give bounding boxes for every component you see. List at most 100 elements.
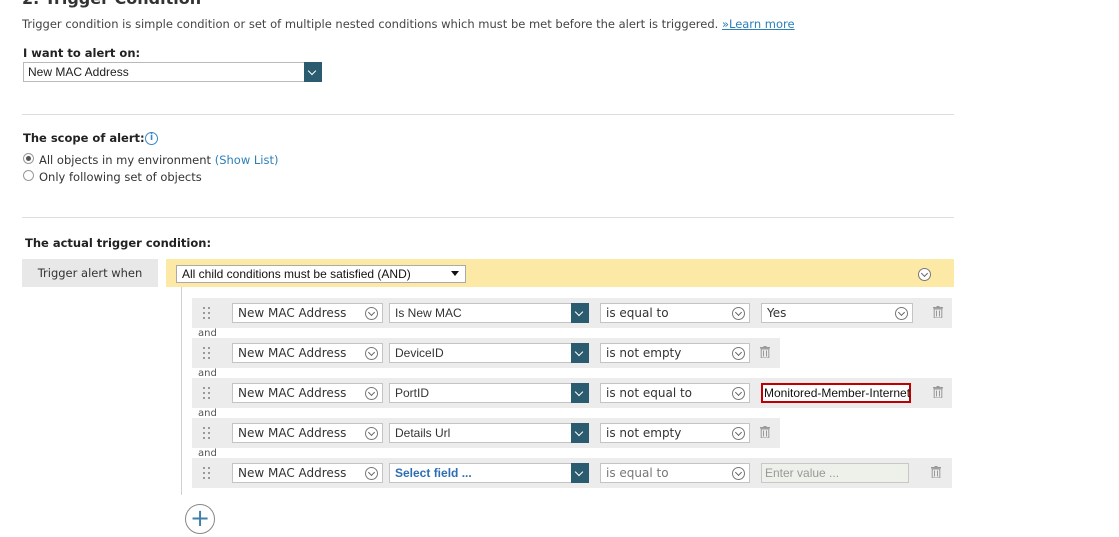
logic-select[interactable]: All child conditions must be satisfied (… <box>176 265 466 283</box>
condition-row: New MAC Address PortID is not equal to M… <box>192 378 952 408</box>
object-select[interactable]: New MAC Address <box>232 383 383 403</box>
alert-on-select[interactable]: New MAC Address <box>23 62 322 82</box>
description-text: Trigger condition is simple condition or… <box>22 17 722 31</box>
drag-handle-icon[interactable] <box>203 467 211 479</box>
operator-select[interactable]: is equal to <box>600 303 750 323</box>
scope-option-all[interactable]: All objects in my environment (Show List… <box>39 153 278 167</box>
field-value: Details Url <box>395 426 451 440</box>
scope-radio-all[interactable] <box>23 153 34 164</box>
section-title: 2. Trigger Condition <box>22 0 201 8</box>
alert-on-value: New MAC Address <box>28 65 129 79</box>
object-value: New MAC Address <box>238 346 347 360</box>
chevron-down-icon <box>732 307 745 320</box>
trash-icon[interactable] <box>933 386 943 398</box>
field-select[interactable]: DeviceID <box>389 343 589 363</box>
drag-handle-icon[interactable] <box>203 387 211 399</box>
value-value: Yes <box>767 306 787 320</box>
value-input[interactable]: Enter value ... <box>761 463 909 483</box>
trash-icon[interactable] <box>760 426 770 438</box>
chevron-down-icon <box>365 347 378 360</box>
dropdown-button[interactable] <box>571 303 589 323</box>
operator-select[interactable]: is not equal to <box>600 383 750 403</box>
learn-more-link[interactable]: »Learn more <box>722 17 795 31</box>
operator-select[interactable]: is not empty <box>600 423 750 443</box>
condition-row: New MAC Address DeviceID is not empty <box>192 338 780 368</box>
object-select[interactable]: New MAC Address <box>232 303 383 323</box>
operator-value: is not empty <box>606 346 682 360</box>
dropdown-button[interactable] <box>571 423 589 443</box>
alert-on-label: I want to alert on: <box>23 46 141 60</box>
operator-value: is equal to <box>606 466 669 480</box>
chevron-down-icon <box>365 307 378 320</box>
dropdown-button[interactable] <box>571 383 589 403</box>
divider <box>22 217 954 218</box>
show-list-link[interactable]: (Show List) <box>215 153 279 167</box>
chevron-down-icon <box>574 387 584 397</box>
field-select[interactable]: PortID <box>389 383 589 403</box>
operator-select[interactable]: is not empty <box>600 343 750 363</box>
operator-value: is equal to <box>606 306 669 320</box>
link-label: Learn more <box>728 17 795 31</box>
value-text: Monitored-Member-Internet <box>764 386 911 400</box>
chevron-down-icon <box>732 387 745 400</box>
trash-icon[interactable] <box>933 306 943 318</box>
field-select[interactable]: Select field ... <box>389 463 589 483</box>
chevron-down-icon <box>732 427 745 440</box>
condition-row: New MAC Address Details Url is not empty <box>192 418 780 448</box>
collapse-chevron-icon[interactable] <box>918 268 931 281</box>
scope-radio-following[interactable] <box>23 170 34 181</box>
chevron-down-icon <box>307 66 317 76</box>
operator-value: is not equal to <box>606 386 693 400</box>
drag-handle-icon[interactable] <box>203 347 211 359</box>
chevron-down-icon <box>574 307 584 317</box>
chevron-down-icon <box>365 387 378 400</box>
info-icon[interactable]: i <box>145 132 158 145</box>
value-placeholder: Enter value ... <box>765 466 840 480</box>
value-select[interactable]: Yes <box>761 303 913 323</box>
dropdown-button[interactable] <box>304 62 322 82</box>
object-value: New MAC Address <box>238 426 347 440</box>
scope-label: The scope of alert: <box>23 131 145 145</box>
dropdown-button[interactable] <box>571 463 589 483</box>
chevron-down-icon <box>365 427 378 440</box>
field-select[interactable]: Details Url <box>389 423 589 443</box>
condition-row: New MAC Address Is New MAC is equal to Y… <box>192 298 952 328</box>
scope-option-following[interactable]: Only following set of objects <box>39 170 202 184</box>
object-select[interactable]: New MAC Address <box>232 343 383 363</box>
trash-icon[interactable] <box>760 346 770 358</box>
dropdown-button[interactable] <box>571 343 589 363</box>
chevron-down-icon <box>574 467 584 477</box>
object-select[interactable]: New MAC Address <box>232 463 383 483</box>
chevron-down-icon <box>365 467 378 480</box>
trash-icon[interactable] <box>931 466 941 478</box>
plus-icon: + <box>189 504 211 532</box>
tree-line <box>181 287 182 495</box>
link-prefix: » <box>721 17 729 31</box>
chevron-down-icon <box>574 347 584 357</box>
condition-row: New MAC Address Select field ... is equa… <box>192 458 952 488</box>
chevron-down-icon <box>732 347 745 360</box>
caret-down-icon <box>451 271 459 276</box>
object-value: New MAC Address <box>238 306 347 320</box>
object-value: New MAC Address <box>238 466 347 480</box>
scope-option-all-label: All objects in my environment <box>39 153 215 167</box>
add-condition-button[interactable]: + <box>185 504 215 534</box>
chevron-down-icon <box>574 427 584 437</box>
chevron-down-icon <box>732 467 745 480</box>
field-select[interactable]: Is New MAC <box>389 303 589 323</box>
field-value: Select field ... <box>395 466 472 480</box>
divider <box>22 114 954 115</box>
drag-handle-icon[interactable] <box>203 427 211 439</box>
object-value: New MAC Address <box>238 386 347 400</box>
trigger-when-label: Trigger alert when <box>22 259 158 287</box>
field-value: Is New MAC <box>395 306 462 320</box>
trigger-label: The actual trigger condition: <box>25 236 212 250</box>
field-value: PortID <box>395 386 430 400</box>
object-select[interactable]: New MAC Address <box>232 423 383 443</box>
field-value: DeviceID <box>395 346 444 360</box>
operator-select[interactable]: is equal to <box>600 463 750 483</box>
value-input[interactable]: Monitored-Member-Internet <box>761 383 911 403</box>
chevron-down-icon <box>895 307 908 320</box>
drag-handle-icon[interactable] <box>203 307 211 319</box>
operator-value: is not empty <box>606 426 682 440</box>
